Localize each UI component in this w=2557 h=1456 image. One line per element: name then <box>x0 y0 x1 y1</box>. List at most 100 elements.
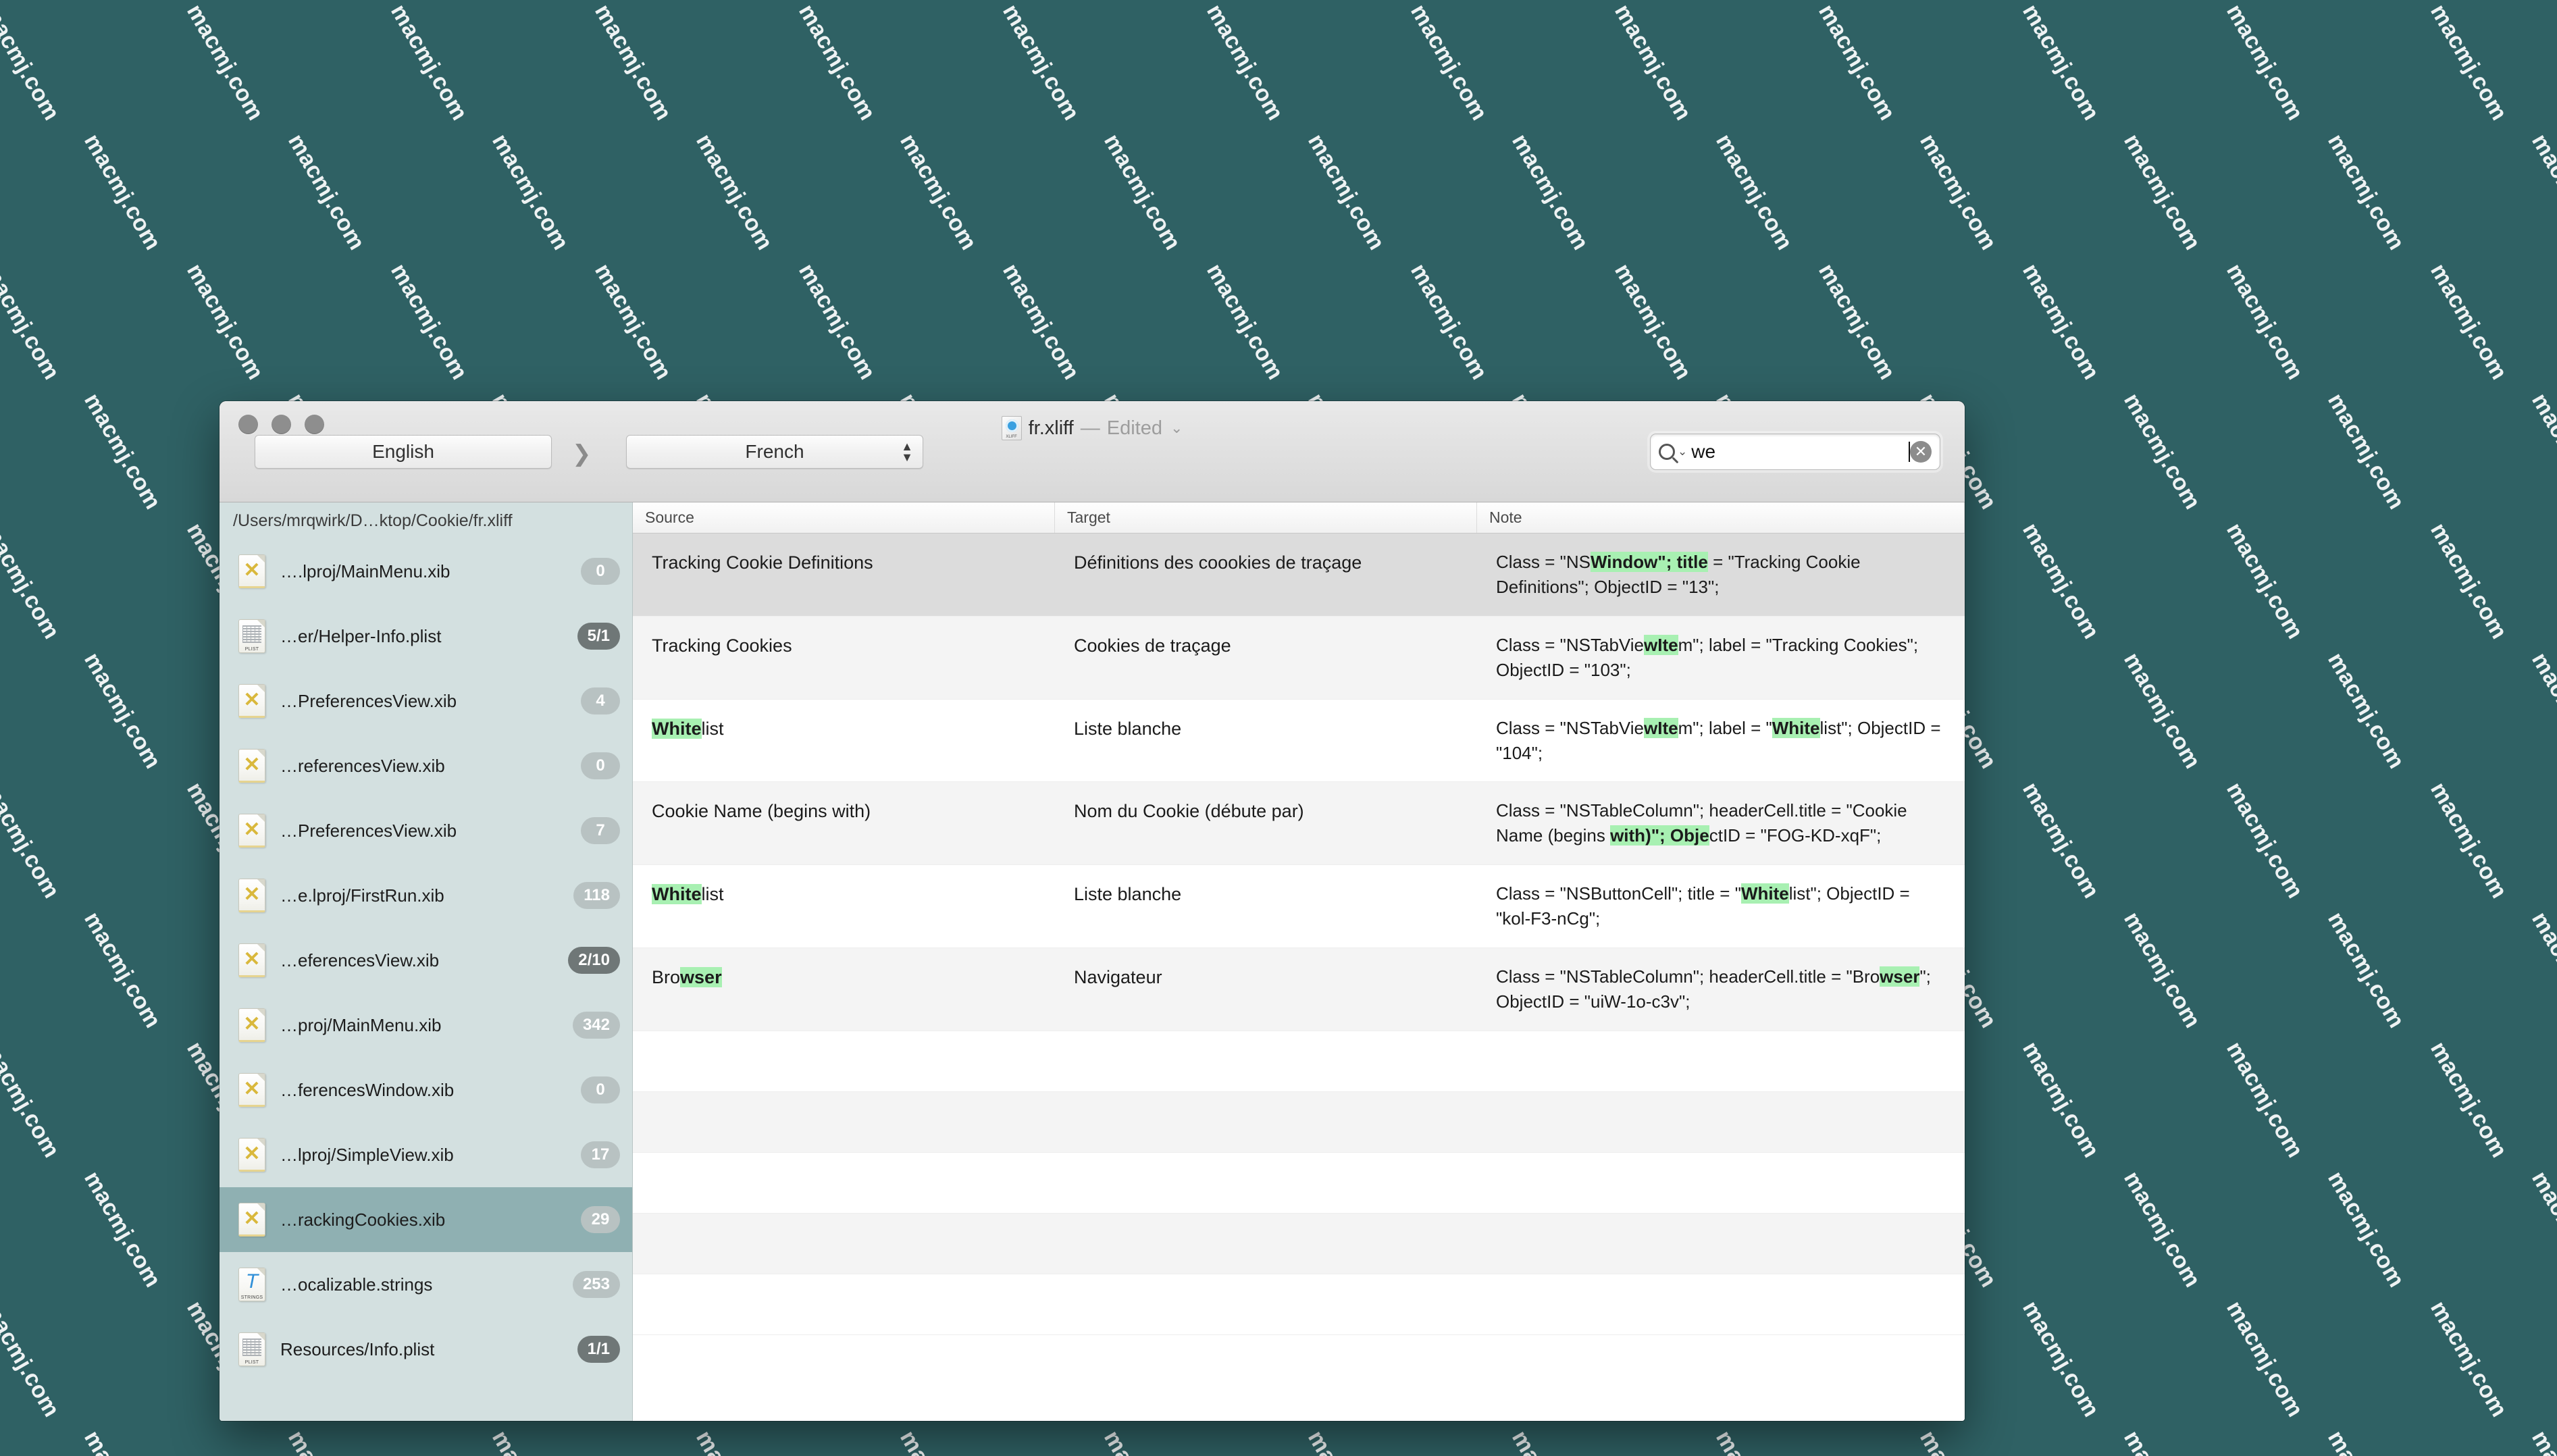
watermark-text: macmj.com <box>794 259 881 384</box>
file-name-label: …er/Helper-Info.plist <box>280 625 442 646</box>
cell-empty <box>1055 1031 1477 1091</box>
file-count-badge: 5/1 <box>577 623 620 650</box>
text-run: Bro <box>652 967 681 988</box>
file-list-item[interactable]: T STRINGS …ocalizable.strings 253 <box>219 1252 632 1317</box>
watermark-text: macmj.com <box>1202 259 1289 384</box>
watermark-text: macmj.com <box>0 0 65 125</box>
table-row-empty[interactable] <box>633 1152 1965 1214</box>
watermark-text: macmj.com <box>590 259 677 384</box>
search-icon[interactable] <box>1659 444 1675 460</box>
chevron-down-icon[interactable]: ⌄ <box>1170 419 1183 437</box>
file-name-label: …e.lproj/FirstRun.xib <box>280 885 444 906</box>
file-list-item[interactable]: ✕ ….lproj/MainMenu.xib 0 <box>219 539 632 604</box>
table-row-empty[interactable] <box>633 1091 1965 1153</box>
file-icon-glyph: ✕ <box>243 559 261 581</box>
search-input[interactable] <box>1691 441 1911 463</box>
cell-target[interactable]: Liste blanche <box>1055 865 1477 947</box>
file-name-label: ….lproj/MainMenu.xib <box>280 561 450 581</box>
file-count-badge: 0 <box>581 752 620 779</box>
watermark-text: macmj.com <box>283 130 370 255</box>
search-match-highlight: wIte <box>1644 717 1678 738</box>
table-header-row: Source Target Note <box>633 502 1965 534</box>
cell-target[interactable]: Définitions des coookies de traçage <box>1055 534 1477 616</box>
cell-note[interactable]: Class = "NSTableColumn"; headerCell.titl… <box>1477 948 1965 1031</box>
cell-source[interactable]: Cookie Name (begins with) <box>633 782 1055 864</box>
cell-source[interactable]: Tracking Cookies <box>633 617 1055 699</box>
source-language-popup[interactable]: English <box>255 435 552 469</box>
watermark-text: macmj.com <box>0 778 65 903</box>
table-row-empty[interactable] <box>633 1274 1965 1335</box>
search-match-highlight: White <box>1772 717 1820 738</box>
cell-source[interactable]: Tracking Cookie Definitions <box>633 534 1055 616</box>
cell-source[interactable]: Whitelist <box>633 865 1055 947</box>
cell-note[interactable]: Class = "NSButtonCell"; title = "Whiteli… <box>1477 865 1965 947</box>
cell-source[interactable]: Browser <box>633 948 1055 1031</box>
target-language-popup[interactable]: French ▲ ▼ <box>626 435 923 469</box>
watermark-text: macmj.com <box>2322 1426 2410 1456</box>
watermark-text: macmj.com <box>1405 259 1493 384</box>
file-list-item[interactable]: ✕ …PreferencesView.xib 7 <box>219 798 632 863</box>
file-list-item[interactable]: PLIST Resources/Info.plist 1/1 <box>219 1317 632 1382</box>
file-name-label: …ocalizable.strings <box>280 1274 433 1295</box>
xib-file-icon: ✕ <box>238 684 265 718</box>
file-list-item[interactable]: ✕ …ferencesWindow.xib 0 <box>219 1058 632 1122</box>
file-list-item[interactable]: ✕ …rackingCookies.xib 29 <box>219 1187 632 1252</box>
table-body[interactable]: Tracking Cookie Definitions Définitions d… <box>633 534 1965 1421</box>
cell-target[interactable]: Navigateur <box>1055 948 1477 1031</box>
table-row[interactable]: Tracking Cookies Cookies de traçage Class … <box>633 616 1965 700</box>
watermark-text: macmj.com <box>1813 259 1901 384</box>
window-content: /Users/mrqwirk/D…ktop/Cookie/fr.xliff ✕ …… <box>219 502 1965 1421</box>
file-list-item[interactable]: ✕ …referencesView.xib 0 <box>219 733 632 798</box>
xliff-file-icon: XLIFF <box>1001 416 1022 440</box>
search-chevron-down-icon[interactable]: ⌄ <box>1678 445 1687 459</box>
cell-note[interactable]: Class = "NSTableColumn"; headerCell.titl… <box>1477 782 1965 864</box>
file-list-item[interactable]: ✕ …PreferencesView.xib 4 <box>219 669 632 733</box>
table-row[interactable]: Cookie Name (begins with) Nom du Cookie (… <box>633 782 1965 866</box>
watermark-text: macmj.com <box>79 908 166 1033</box>
file-name-label: …rackingCookies.xib <box>280 1209 446 1230</box>
text-run: list <box>701 718 724 739</box>
watermark-text: macmj.com <box>1098 1426 1186 1456</box>
cell-source[interactable]: Whitelist <box>633 700 1055 782</box>
cell-target[interactable]: Cookies de traçage <box>1055 617 1477 699</box>
watermark-text: macmj.com <box>1303 130 1390 255</box>
table-row[interactable]: Tracking Cookie Definitions Définitions d… <box>633 534 1965 617</box>
cell-target[interactable]: Nom du Cookie (débute par) <box>1055 782 1477 864</box>
table-row[interactable]: Browser Navigateur Class = "NSTableColumn"… <box>633 948 1965 1031</box>
file-list-item[interactable]: ✕ …eferencesView.xib 2/10 <box>219 928 632 993</box>
xib-file-icon: ✕ <box>238 943 265 977</box>
cell-empty <box>1477 1092 1965 1152</box>
xib-file-icon: ✕ <box>238 1138 265 1172</box>
file-name-label: …PreferencesView.xib <box>280 820 457 841</box>
watermark-text: macmj.com <box>2425 519 2512 644</box>
watermark-text: macmj.com <box>1506 1426 1594 1456</box>
file-count-badge: 4 <box>581 687 620 714</box>
watermark-text: macmj.com <box>2323 648 2410 773</box>
file-list-item[interactable]: ✕ …lproj/SimpleView.xib 17 <box>219 1122 632 1187</box>
file-name-label: …referencesView.xib <box>280 755 445 776</box>
clear-search-icon[interactable]: ✕ <box>1910 441 1932 463</box>
table-row[interactable]: Whitelist Liste blanche Class = "NSTabView… <box>633 699 1965 783</box>
cell-empty <box>1055 1092 1477 1152</box>
xib-file-icon: ✕ <box>238 879 265 912</box>
cell-note[interactable]: Class = "NSTabViewItem"; label = "Tracki… <box>1477 617 1965 699</box>
xib-file-icon: ✕ <box>238 814 265 848</box>
cell-note[interactable]: Class = "NSTabViewItem"; label = "Whitel… <box>1477 700 1965 782</box>
file-list-item[interactable]: ✕ …proj/MainMenu.xib 342 <box>219 993 632 1058</box>
table-row-empty[interactable] <box>633 1213 1965 1274</box>
cell-target[interactable]: Liste blanche <box>1055 700 1477 782</box>
table-row-empty[interactable] <box>633 1031 1965 1092</box>
watermark-text: macmj.com <box>487 130 574 255</box>
language-direction-arrow-icon: ❯ <box>572 441 592 467</box>
file-list[interactable]: ✕ ….lproj/MainMenu.xib 0 PLIST …er/Helper-In… <box>219 539 632 1421</box>
file-list-item[interactable]: PLIST …er/Helper-Info.plist 5/1 <box>219 604 632 669</box>
file-list-item[interactable]: ✕ …e.lproj/FirstRun.xib 118 <box>219 863 632 928</box>
column-header-note[interactable]: Note <box>1477 502 1965 533</box>
file-name-label: …proj/MainMenu.xib <box>280 1014 442 1035</box>
cell-note[interactable]: Class = "NSWindow"; title = "Tracking Co… <box>1477 534 1965 616</box>
table-row[interactable]: Whitelist Liste blanche Class = "NSButtonC… <box>633 865 1965 949</box>
column-header-source[interactable]: Source <box>633 502 1055 533</box>
watermark-text: macmj.com <box>590 0 677 125</box>
column-header-target[interactable]: Target <box>1055 502 1477 533</box>
search-field[interactable]: ⌄ ✕ <box>1650 434 1940 470</box>
